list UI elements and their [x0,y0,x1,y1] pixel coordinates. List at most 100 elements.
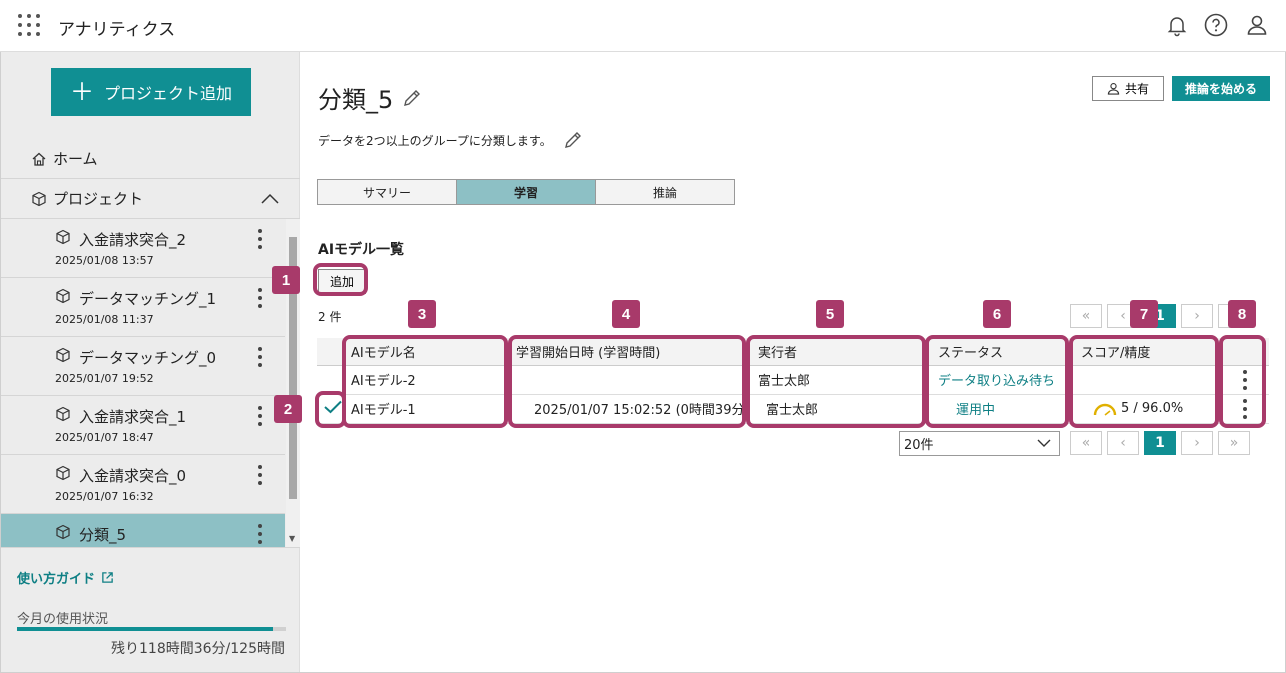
project-item[interactable]: 入金請求突合_0 2025/01/07 16:32 [1,455,285,514]
edit-pencil-icon[interactable] [562,129,584,151]
page-description-text: データを2つ以上のグループに分類します。 [318,133,552,148]
usage-progress-fill [17,627,273,631]
project-item[interactable]: データマッチング_1 2025/01/08 11:37 [1,278,285,337]
guide-link-label: 使い方ガイド [17,572,96,587]
external-link-icon [102,572,113,583]
annotation-marker: 4 [612,300,640,328]
app-header: アナリティクス [0,0,1286,52]
first-page-button[interactable]: « [1070,431,1102,455]
chevron-down-icon [1037,439,1051,447]
guide-link[interactable]: 使い方ガイド [17,568,114,587]
sidebar-divider [1,547,300,548]
highlight-col-status [925,335,1069,428]
annotation-marker: 1 [272,266,300,294]
project-item[interactable]: データマッチング_0 2025/01/07 19:52 [1,337,285,396]
project-date: 2025/01/07 18:47 [55,431,154,444]
cube-icon [56,524,70,540]
project-name: 分類_5 [79,526,127,544]
page-description: データを2つ以上のグループに分類します。 [318,129,584,151]
cube-icon [56,347,70,363]
cube-icon [56,465,70,481]
sidebar: ＋ プロジェクト追加 ホーム プロジェクト 入金請求突合_2 2025/01/0… [1,52,300,672]
row-check-cell[interactable] [317,365,345,395]
tab-training[interactable]: 学習 [456,179,596,205]
app-grid-icon[interactable] [18,14,40,36]
nav-home[interactable]: ホーム [31,148,98,169]
highlight-col-start [508,335,746,428]
model-count: 2 件 [318,310,342,324]
highlight-col-menu [1219,335,1266,428]
share-button[interactable]: 共有 [1092,76,1164,101]
next-page-button[interactable]: › [1181,431,1213,455]
annotation-marker: 6 [983,300,1011,328]
annotation-marker: 3 [408,300,436,328]
page-title: 分類_5 [318,80,423,115]
project-menu-icon[interactable] [258,524,264,547]
per-page-select[interactable]: 20件 [899,431,1060,456]
plus-icon: ＋ [69,78,94,106]
highlight-add [313,263,368,296]
last-page-button[interactable]: » [1218,431,1250,455]
project-date: 2025/01/07 16:32 [55,490,154,503]
scroll-down-icon[interactable]: ▼ [289,534,295,543]
tab-summary[interactable]: サマリー [317,179,457,205]
usage-progress-bar [17,627,286,631]
project-name: データマッチング_1 [79,290,217,308]
project-name: 入金請求突合_2 [79,231,187,249]
section-title: AIモデル一覧 [318,242,405,258]
highlight-col-name [342,335,508,428]
share-label: 共有 [1124,82,1149,96]
start-inference-button[interactable]: 推論を始める [1172,76,1270,101]
cube-icon [56,406,70,422]
annotation-marker: 2 [274,395,302,423]
nav-project[interactable]: プロジェクト [1,178,300,219]
home-icon [32,152,46,166]
annotation-marker: 5 [816,300,844,328]
tab-inference[interactable]: 推論 [595,179,735,205]
project-item[interactable]: 入金請求突合_1 2025/01/07 18:47 [1,396,285,455]
add-project-label: プロジェクト追加 [103,84,232,103]
project-menu-icon[interactable] [258,229,264,253]
project-menu-icon[interactable] [258,288,264,312]
annotation-marker: 8 [1228,300,1256,328]
user-icon [1107,83,1120,95]
pager-bottom: « ‹ 1 › » [1070,431,1250,455]
cube-icon [32,191,46,206]
home-label: ホーム [53,150,98,168]
col-check [317,338,345,366]
tab-bar: サマリー 学習 推論 [317,179,735,205]
project-date: 2025/01/08 11:37 [55,313,154,326]
project-menu-icon[interactable] [258,406,264,430]
add-project-button[interactable]: ＋ プロジェクト追加 [51,68,251,116]
app-title: アナリティクス [58,20,176,40]
next-page-button[interactable]: › [1181,304,1213,328]
usage-remaining: 残り118時間36分/125時間 [111,641,285,657]
project-menu-icon[interactable] [258,465,264,489]
project-item-selected[interactable]: 分類_5 [1,514,285,547]
chevron-up-icon[interactable] [260,189,280,209]
user-icon[interactable] [1245,13,1269,37]
highlight-col-score [1069,335,1219,428]
page-number-button[interactable]: 1 [1144,431,1176,455]
project-list: 入金請求突合_2 2025/01/08 13:57 データマッチング_1 202… [1,219,285,547]
edit-pencil-icon[interactable] [401,87,423,109]
page-title-text: 分類_5 [318,86,394,114]
help-icon[interactable] [1204,13,1228,37]
project-name: データマッチング_0 [79,349,217,367]
pager-top: « ‹ 1 › » [1070,304,1250,328]
project-menu-icon[interactable] [258,347,264,371]
project-name: 入金請求突合_1 [79,408,187,426]
project-date: 2025/01/07 19:52 [55,372,154,385]
project-item[interactable]: 入金請求突合_2 2025/01/08 13:57 [1,219,285,278]
prev-page-button[interactable]: ‹ [1107,431,1139,455]
first-page-button[interactable]: « [1070,304,1102,328]
project-name: 入金請求突合_0 [79,467,187,485]
cube-icon [56,229,70,245]
bell-icon[interactable] [1165,13,1189,37]
usage-label: 今月の使用状況 [17,612,109,627]
cube-icon [56,288,70,304]
project-label: プロジェクト [53,190,144,208]
highlight-col-user [746,335,926,428]
per-page-value: 20件 [904,438,934,453]
annotation-marker: 7 [1130,300,1158,328]
